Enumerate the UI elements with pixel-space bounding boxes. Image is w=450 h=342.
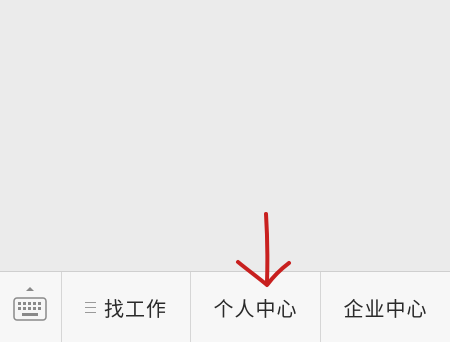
chevron-up-icon: [26, 287, 34, 291]
content-area: [0, 0, 450, 271]
keyboard-toggle-button[interactable]: [0, 272, 62, 342]
tab-personal-center-label: 个人中心: [213, 296, 298, 321]
tab-personal-center[interactable]: 个人中心: [191, 272, 321, 342]
menu-icon: [85, 301, 96, 313]
app-window: 找工作 个人中心 企业中心: [0, 0, 450, 342]
tab-company-center-label: 企业中心: [343, 296, 428, 321]
tab-find-job[interactable]: 找工作: [62, 272, 191, 342]
bottom-menu-bar: 找工作 个人中心 企业中心: [0, 271, 450, 342]
tab-find-job-label: 找工作: [104, 296, 167, 321]
keyboard-icon: [13, 297, 47, 321]
tab-company-center[interactable]: 企业中心: [321, 272, 450, 342]
